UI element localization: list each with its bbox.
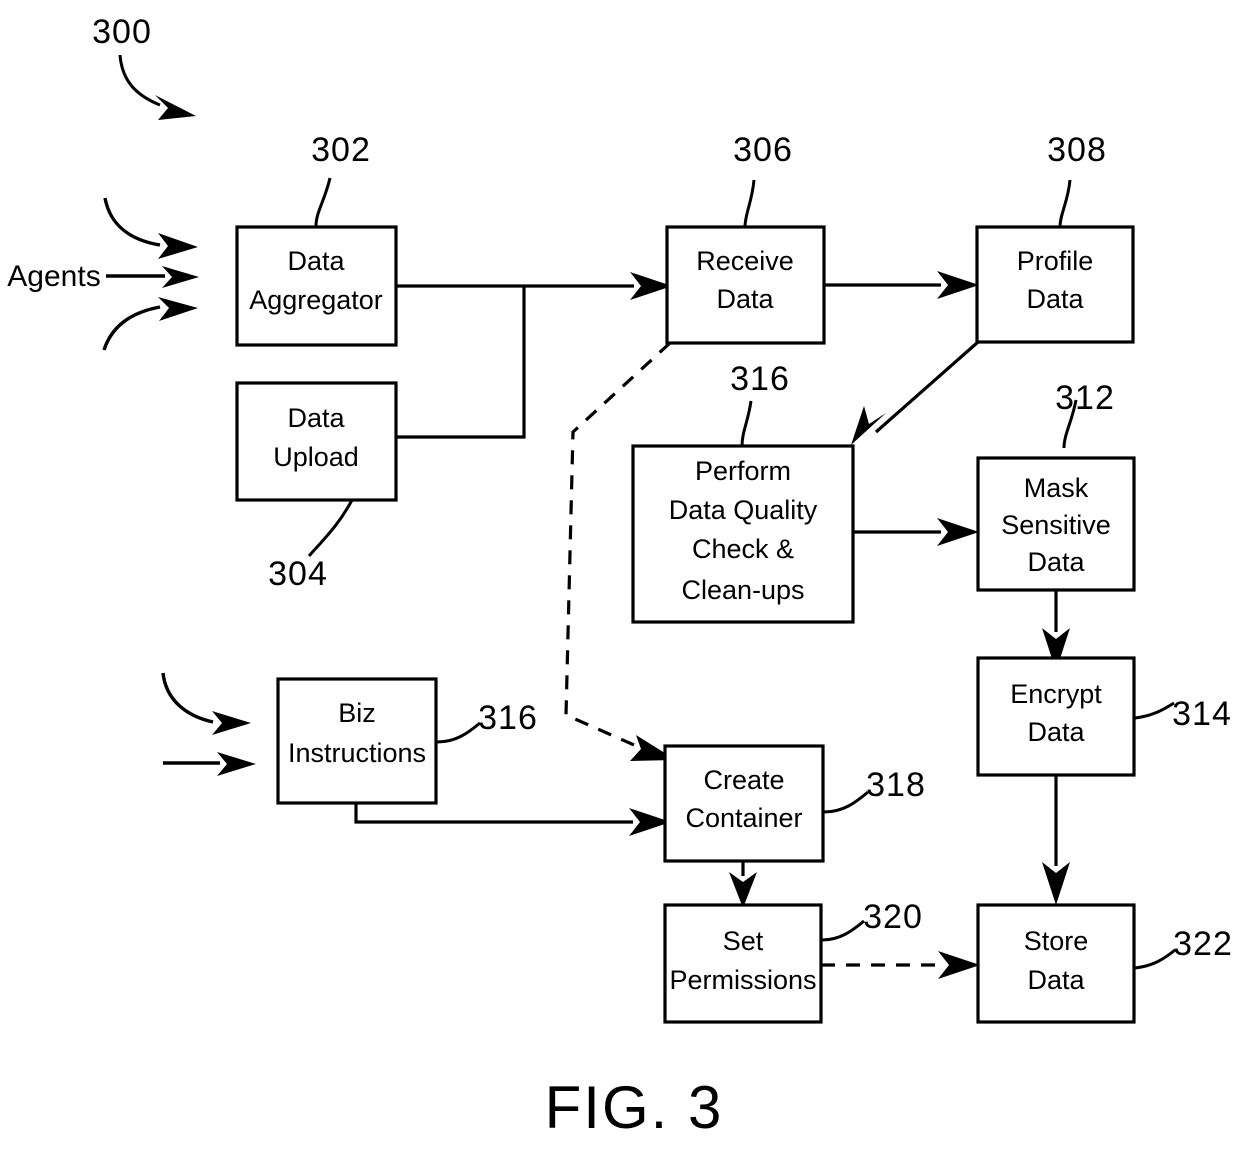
node-create-container[interactable]: Create Container	[663, 744, 825, 863]
node-label-line: Create	[703, 765, 784, 795]
node-encrypt-data[interactable]: Encrypt Data	[976, 656, 1136, 777]
ref-number-312: 312	[1055, 379, 1115, 417]
connector-receive-to-profile	[824, 271, 979, 299]
node-label-line: Biz	[338, 698, 376, 728]
connector-upload-to-main-line	[396, 287, 526, 439]
node-label-line: Store	[1024, 926, 1089, 956]
ref-number-306: 306	[733, 131, 793, 169]
node-label-line: Perform	[695, 456, 791, 486]
ref-300-leader	[118, 54, 196, 120]
node-label-line: Instructions	[288, 738, 426, 768]
connector-quality-to-mask	[853, 518, 979, 546]
node-label-line: Data	[1026, 284, 1084, 314]
connector-profile-to-quality	[851, 340, 980, 445]
node-data-quality-check[interactable]: Perform Data Quality Check & Clean-ups	[631, 444, 855, 624]
connector-biz-to-container	[354, 803, 671, 836]
ref-number-314: 314	[1172, 695, 1232, 733]
ref-number-322: 322	[1173, 925, 1233, 963]
node-label-line: Data Quality	[669, 495, 818, 525]
figure-caption: FIG. 3	[545, 1074, 724, 1141]
node-label-line: Encrypt	[1010, 679, 1102, 709]
patent-figure-3: Data Aggregator Data Upload Receive Data…	[0, 0, 1240, 1154]
ref-number-300: 300	[92, 13, 152, 51]
node-box[interactable]	[976, 903, 1136, 1024]
node-label-line: Data	[1027, 717, 1085, 747]
connector-permissions-to-store-dashed	[821, 951, 980, 979]
flowchart-canvas: Data Aggregator Data Upload Receive Data…	[7, 13, 1233, 1141]
node-label-line: Data	[1027, 547, 1085, 577]
connector-aggregator-to-receive	[396, 272, 672, 300]
node-label-line: Data	[1027, 965, 1085, 995]
node-profile-data[interactable]: Profile Data	[975, 225, 1135, 344]
node-label-line: Upload	[273, 442, 359, 472]
node-label-line: Data	[287, 246, 345, 276]
ref-number-318: 318	[866, 766, 926, 804]
ref-number-304: 304	[268, 555, 328, 593]
node-data-upload[interactable]: Data Upload	[235, 381, 398, 502]
node-label-line: Container	[685, 803, 802, 833]
node-box[interactable]	[663, 903, 823, 1024]
node-label-line: Mask	[1024, 473, 1089, 503]
node-label-line: Receive	[696, 246, 794, 276]
node-mask-sensitive-data[interactable]: Mask Sensitive Data	[976, 456, 1136, 592]
node-label-line: Check &	[692, 534, 794, 564]
ref-number-320: 320	[863, 898, 923, 936]
connector-encrypt-to-store	[1042, 775, 1070, 905]
node-label-line: Data	[287, 403, 345, 433]
node-label-line: Set	[723, 926, 764, 956]
node-label-line: Data	[716, 284, 774, 314]
node-set-permissions[interactable]: Set Permissions	[663, 903, 823, 1024]
node-data-aggregator[interactable]: Data Aggregator	[235, 225, 398, 347]
node-label-line: Clean-ups	[681, 575, 804, 605]
ref-number-316-biz: 316	[478, 699, 538, 737]
node-label-line: Sensitive	[1001, 510, 1111, 540]
node-label-line: Permissions	[669, 965, 816, 995]
ref-number-302: 302	[311, 131, 371, 169]
biz-inflow-arrows	[161, 672, 256, 776]
node-receive-data[interactable]: Receive Data	[665, 225, 826, 345]
node-store-data[interactable]: Store Data	[976, 903, 1136, 1024]
agents-inflow-arrows	[102, 197, 199, 351]
ref-number-308: 308	[1047, 131, 1107, 169]
agents-label: Agents	[7, 260, 100, 293]
node-label-line: Profile	[1017, 246, 1094, 276]
ref-number-316-quality: 316	[730, 360, 790, 398]
node-label-line: Aggregator	[249, 285, 383, 315]
node-biz-instructions[interactable]: Biz Instructions	[276, 677, 438, 805]
connector-container-to-permissions	[729, 861, 757, 908]
